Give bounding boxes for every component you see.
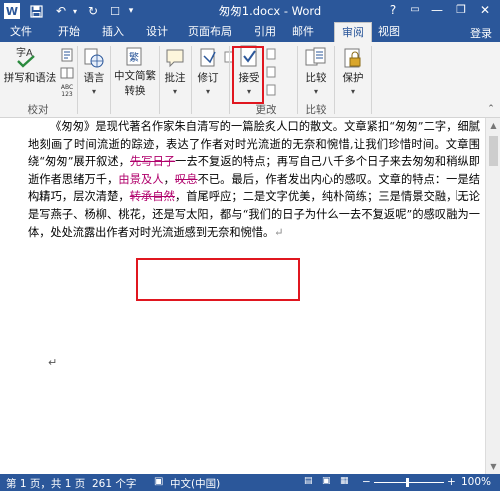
window-title: 匆匆1.docx - Word <box>218 4 322 18</box>
language-dropdown-icon: ▾ <box>91 87 96 96</box>
scroll-up-icon[interactable]: ▲ <box>486 118 500 133</box>
comment-label: 批注 <box>164 72 186 84</box>
print-layout-icon[interactable]: ▣ <box>322 476 331 486</box>
status-bar: 第 1 页，共 1 页 261 个字 ▣ 中文(中国) ▤ ▣ ▦ − + 10… <box>0 474 500 491</box>
deleted-text[interactable]: 转承自然 <box>130 190 175 203</box>
restore-button[interactable]: ❐ <box>452 2 470 18</box>
proofing-status-icon[interactable]: ▣ <box>154 476 163 487</box>
save-icon[interactable] <box>28 3 44 19</box>
read-mode-icon[interactable]: ▤ <box>304 476 313 486</box>
ribbon-separator <box>229 46 230 114</box>
text-cursor: ↵ <box>48 356 58 369</box>
inserted-text[interactable]: 由景及人 <box>118 173 163 186</box>
tab-design[interactable]: 设计 <box>140 22 174 42</box>
language-button[interactable]: 语言 ▾ <box>80 46 108 96</box>
close-button[interactable]: ✕ <box>476 2 494 18</box>
ribbon-separator <box>371 46 372 114</box>
deleted-text[interactable]: 先写日子 <box>130 155 175 168</box>
touch-mode-icon[interactable]: ☐ <box>108 3 122 19</box>
reject-icon[interactable] <box>266 48 276 60</box>
customize-qa-icon[interactable]: ▾ <box>126 3 136 19</box>
ribbon-tabs: 文件 开始 插入 设计 页面布局 引用 邮件 审阅 视图 登录 <box>0 22 500 42</box>
comment-icon <box>164 46 186 70</box>
tab-references[interactable]: 引用 <box>248 22 282 42</box>
define-icon[interactable] <box>60 48 74 62</box>
word-count-icon[interactable]: ABC 123 <box>60 84 74 98</box>
language-icon <box>83 46 105 70</box>
next-change-icon[interactable] <box>266 84 276 96</box>
previous-change-icon[interactable] <box>266 66 276 78</box>
tab-mailings[interactable]: 邮件 <box>286 22 320 42</box>
ribbon-display-icon[interactable]: ▭ <box>406 2 424 18</box>
page-count[interactable]: 第 1 页，共 1 页 <box>6 476 85 491</box>
track-changes-dropdown-icon: ▾ <box>205 87 210 96</box>
changes-group-label: 更改 <box>255 104 277 116</box>
zoom-out-button[interactable]: − <box>362 476 371 488</box>
highlight-accept-box <box>232 46 264 104</box>
proofing-group-label: 校对 <box>27 104 49 116</box>
deleted-text[interactable]: 叹息 <box>175 173 198 186</box>
tab-home[interactable]: 开始 <box>52 22 86 42</box>
ribbon-separator <box>191 46 192 114</box>
ribbon-separator <box>297 46 298 114</box>
title-bar: W ↶ ▾ ↻ ☐ ▾ 匆匆1.docx - Word ? ▭ — ❐ ✕ <box>0 0 500 22</box>
spelling-grammar-button[interactable]: 字A 拼写和语法 <box>2 44 58 88</box>
doc-text-run: ， <box>163 172 175 186</box>
protect-dropdown-icon: ▾ <box>350 87 355 96</box>
zoom-slider[interactable] <box>374 482 444 483</box>
zoom-slider-thumb[interactable] <box>406 478 409 487</box>
redo-icon[interactable]: ↻ <box>86 3 100 19</box>
vertical-scrollbar[interactable]: ▲ ▼ <box>485 118 500 474</box>
word-count[interactable]: 261 个字 <box>92 476 136 491</box>
chinese-convert-button[interactable]: 繁 中文简繁转换 <box>112 46 158 98</box>
tab-view[interactable]: 视图 <box>372 22 406 42</box>
zoom-in-button[interactable]: + <box>447 476 456 488</box>
tab-page-layout[interactable]: 页面布局 <box>182 22 238 42</box>
tab-file[interactable]: 文件 <box>0 22 42 42</box>
undo-icon[interactable]: ↶ <box>54 3 68 19</box>
comment-dropdown-icon: ▾ <box>172 87 177 96</box>
protect-label: 保护 <box>342 72 364 84</box>
svg-text:繁: 繁 <box>129 51 139 64</box>
ribbon-separator <box>77 46 78 114</box>
spelling-label: 拼写和语法 <box>3 72 57 84</box>
protect-button[interactable]: 保护 ▾ <box>337 46 369 98</box>
ribbon-separator <box>334 46 335 114</box>
undo-dropdown-icon[interactable]: ▾ <box>70 3 80 19</box>
language-status[interactable]: 中文(中国) <box>170 476 220 491</box>
tab-review[interactable]: 审阅 <box>334 22 372 42</box>
comment-button[interactable]: 批注 ▾ <box>161 46 189 96</box>
login-link[interactable]: 登录 <box>470 25 492 41</box>
minimize-button[interactable]: — <box>428 2 446 18</box>
lock-icon <box>341 46 365 70</box>
thesaurus-icon[interactable] <box>60 66 74 80</box>
track-changes-button[interactable]: 修订 ▾ <box>194 46 222 96</box>
track-changes-icon <box>197 46 219 70</box>
zoom-level[interactable]: 100% <box>461 476 491 488</box>
spelling-icon: 字A <box>10 44 50 70</box>
compare-group-label: 比较 <box>305 104 327 116</box>
compare-button[interactable]: 比较 ▾ <box>300 46 332 98</box>
compare-label: 比较 <box>305 72 327 84</box>
web-layout-icon[interactable]: ▦ <box>340 476 349 486</box>
word-logo-icon[interactable]: W <box>4 3 20 19</box>
language-label: 语言 <box>83 72 105 84</box>
track-changes-label: 修订 <box>197 72 219 84</box>
collapse-ribbon-icon[interactable]: ⌃ <box>486 104 496 114</box>
ribbon-separator <box>110 46 111 114</box>
scroll-down-icon[interactable]: ▼ <box>486 459 500 474</box>
paragraph-mark: ↵ <box>274 225 284 239</box>
compare-dropdown-icon: ▾ <box>313 87 318 96</box>
document-body[interactable]: 《匆匆》是现代著名作家朱自清写的一篇脍炙人口的散文。文章紧扣“匆匆”二字，细腻地… <box>28 118 480 241</box>
help-button[interactable]: ? <box>384 2 402 18</box>
compare-icon <box>304 46 328 70</box>
chinese-convert-icon: 繁 <box>124 46 146 68</box>
ribbon-separator <box>159 46 160 114</box>
tab-insert[interactable]: 插入 <box>96 22 130 42</box>
highlight-revision-box <box>136 258 300 301</box>
svg-text:字A: 字A <box>16 46 33 59</box>
chinese-convert-label: 中文简繁转换 <box>114 70 156 97</box>
scroll-thumb[interactable] <box>489 136 498 166</box>
